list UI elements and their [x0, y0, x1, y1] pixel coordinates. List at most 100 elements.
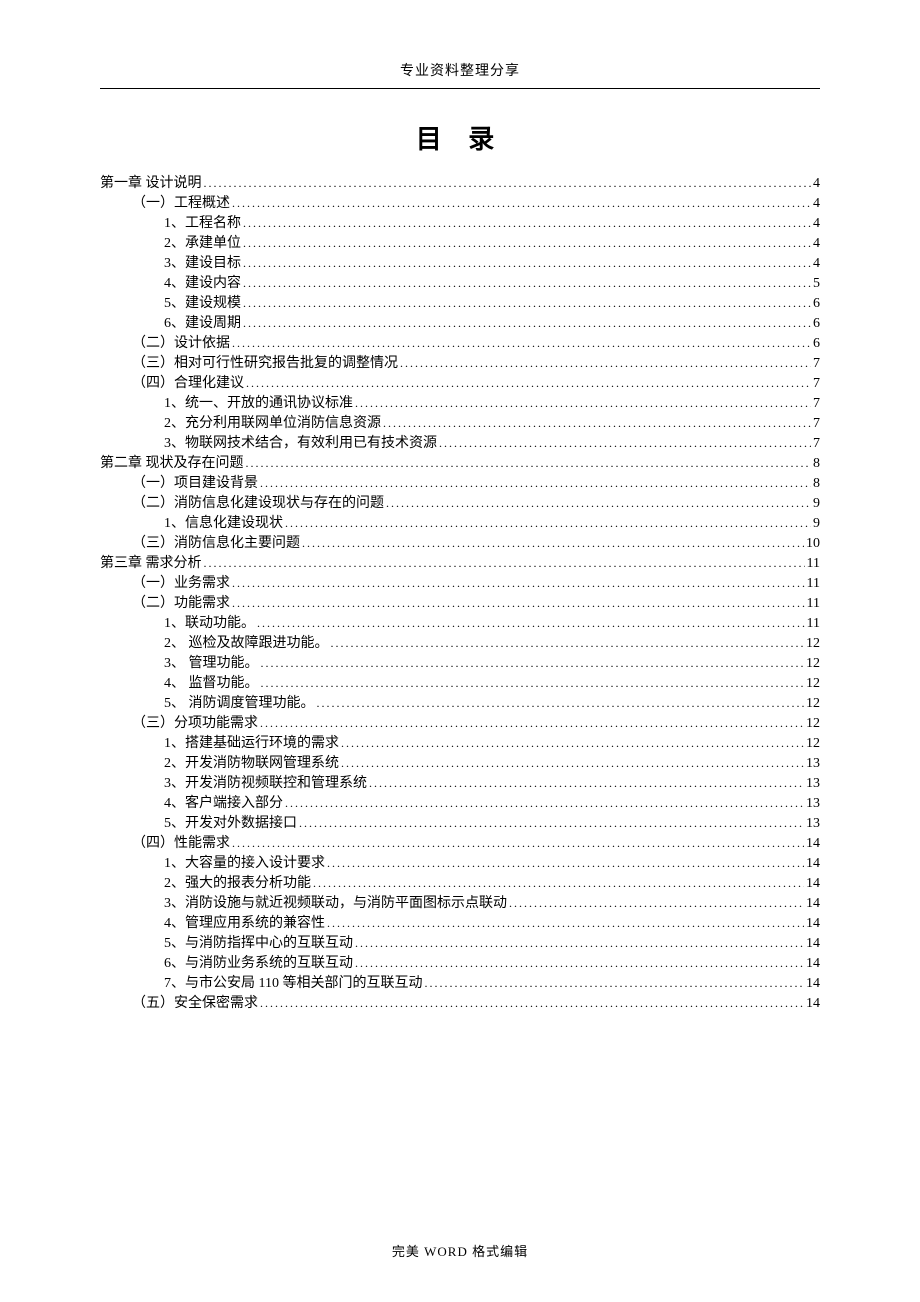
toc-entry-text: （二）设计依据 — [132, 337, 230, 351]
toc-entry: （三）分项功能需求12 — [100, 714, 820, 734]
toc-entry-text: 5、与消防指挥中心的互联互动 — [164, 937, 353, 951]
toc-leader-dots — [261, 657, 805, 671]
toc-entry-text: （二）消防信息化建设现状与存在的问题 — [132, 497, 384, 511]
toc-entry-page: 12 — [806, 737, 820, 751]
toc-leader-dots — [313, 877, 804, 891]
toc-entry-page: 4 — [813, 177, 820, 191]
toc-entry: 第三章 需求分析 11 — [100, 554, 820, 574]
toc-entry-text: 3、建设目标 — [164, 257, 241, 271]
toc-entry: 6、建设周期 6 — [100, 314, 820, 334]
toc-entry: （四）合理化建议7 — [100, 374, 820, 394]
page-header: 专业资料整理分享 — [100, 60, 820, 89]
toc-leader-dots — [509, 897, 804, 911]
toc-entry-text: （二）功能需求 — [132, 597, 230, 611]
toc-entry-page: 4 — [813, 237, 820, 251]
toc-leader-dots — [232, 597, 805, 611]
toc-entry-page: 11 — [807, 557, 820, 571]
toc-leader-dots — [386, 497, 811, 511]
toc-leader-dots — [246, 377, 811, 391]
toc-entry-text: （三）分项功能需求 — [132, 717, 258, 731]
toc-leader-dots — [341, 757, 804, 771]
toc-entry: 2、开发消防物联网管理系统 13 — [100, 754, 820, 774]
toc-entry-text: 3、开发消防视频联控和管理系统 — [164, 777, 367, 791]
toc-leader-dots — [424, 977, 804, 991]
toc-entry: 3、消防设施与就近视频联动，与消防平面图标示点联动 14 — [100, 894, 820, 914]
document-page: 专业资料整理分享 目 录 第一章 设计说明 4（一）工程概述41、工程名称42、… — [0, 0, 920, 1064]
toc-leader-dots — [257, 617, 805, 631]
toc-leader-dots — [331, 637, 805, 651]
toc-leader-dots — [243, 257, 811, 271]
toc-leader-dots — [260, 717, 804, 731]
toc-leader-dots — [355, 957, 804, 971]
toc-leader-dots — [261, 677, 805, 691]
toc-entry-page: 14 — [806, 857, 820, 871]
toc-leader-dots — [243, 317, 811, 331]
toc-leader-dots — [232, 197, 811, 211]
toc-entry-page: 10 — [806, 537, 820, 551]
toc-entry: 2、充分利用联网单位消防信息资源 7 — [100, 414, 820, 434]
toc-entry-text: （一）工程概述 — [132, 197, 230, 211]
toc-leader-dots — [260, 997, 804, 1011]
toc-entry-text: （四）性能需求 — [132, 837, 230, 851]
toc-entry-page: 9 — [813, 517, 820, 531]
toc-entry-text: 4、客户端接入部分 — [164, 797, 283, 811]
toc-entry-text: 2、开发消防物联网管理系统 — [164, 757, 339, 771]
toc-entry: 4、 监督功能。12 — [100, 674, 820, 694]
toc-entry: 4、建设内容5 — [100, 274, 820, 294]
toc-entry-text: 2、承建单位 — [164, 237, 241, 251]
toc-entry: 4、客户端接入部分13 — [100, 794, 820, 814]
toc-entry-page: 4 — [813, 257, 820, 271]
toc-entry-text: 1、工程名称 — [164, 217, 241, 231]
toc-entry-page: 6 — [813, 317, 820, 331]
toc-leader-dots — [369, 777, 804, 791]
toc-entry-text: 5、 消防调度管理功能。 — [164, 697, 315, 711]
toc-entry-text: 2、强大的报表分析功能 — [164, 877, 311, 891]
toc-leader-dots — [243, 217, 811, 231]
toc-entry-page: 12 — [806, 657, 820, 671]
toc-entry: 6、与消防业务系统的互联互动14 — [100, 954, 820, 974]
toc-entry-text: 4、 监督功能。 — [164, 677, 259, 691]
toc-entry-text: 6、建设周期 — [164, 317, 241, 331]
toc-entry-page: 14 — [806, 957, 820, 971]
toc-entry: 2、承建单位 4 — [100, 234, 820, 254]
toc-entry: 第二章 现状及存在问题8 — [100, 454, 820, 474]
toc-entry-page: 4 — [813, 217, 820, 231]
toc-leader-dots — [232, 837, 804, 851]
toc-leader-dots — [317, 697, 805, 711]
toc-leader-dots — [355, 397, 811, 411]
toc-entry-page: 7 — [813, 357, 820, 371]
toc-entry: 2、强大的报表分析功能 14 — [100, 874, 820, 894]
toc-entry-page: 7 — [813, 397, 820, 411]
toc-entry-text: 1、搭建基础运行环境的需求 — [164, 737, 339, 751]
toc-entry: 5、 消防调度管理功能。12 — [100, 694, 820, 714]
toc-entry: 7、与市公安局 110 等相关部门的互联互动 14 — [100, 974, 820, 994]
toc-entry-text: 1、大容量的接入设计要求 — [164, 857, 325, 871]
toc-leader-dots — [439, 437, 811, 451]
toc-entry: 5、与消防指挥中心的互联互动14 — [100, 934, 820, 954]
toc-entry-text: 1、统一、开放的通讯协议标准 — [164, 397, 353, 411]
toc-leader-dots — [327, 917, 804, 931]
toc-entry-text: 3、物联网技术结合，有效利用已有技术资源 — [164, 437, 437, 451]
toc-entry-page: 6 — [813, 337, 820, 351]
toc-leader-dots — [246, 457, 812, 471]
toc-leader-dots — [204, 557, 805, 571]
toc-leader-dots — [299, 817, 804, 831]
toc-entry-text: 4、管理应用系统的兼容性 — [164, 917, 325, 931]
toc-entry-page: 14 — [806, 877, 820, 891]
toc-entry: 第一章 设计说明 4 — [100, 174, 820, 194]
toc-entry-page: 13 — [806, 757, 820, 771]
toc-entry-text: 1、信息化建设现状 — [164, 517, 283, 531]
toc-entry-text: （三）消防信息化主要问题 — [132, 537, 300, 551]
toc-entry: （一）项目建设背景8 — [100, 474, 820, 494]
toc-entry-page: 4 — [813, 197, 820, 211]
toc-entry: 1、大容量的接入设计要求 14 — [100, 854, 820, 874]
toc-entry-page: 14 — [806, 917, 820, 931]
toc-entry-text: 7、与市公安局 110 等相关部门的互联互动 — [164, 977, 422, 991]
toc-leader-dots — [302, 537, 804, 551]
toc-entry: 1、工程名称 4 — [100, 214, 820, 234]
page-footer: 完美 WORD 格式编辑 — [0, 1241, 920, 1260]
toc-leader-dots — [285, 517, 811, 531]
toc-entry: 1、信息化建设现状 9 — [100, 514, 820, 534]
toc-entry-text: 1、联动功能。 — [164, 617, 255, 631]
toc-entry: （二）设计依据 6 — [100, 334, 820, 354]
